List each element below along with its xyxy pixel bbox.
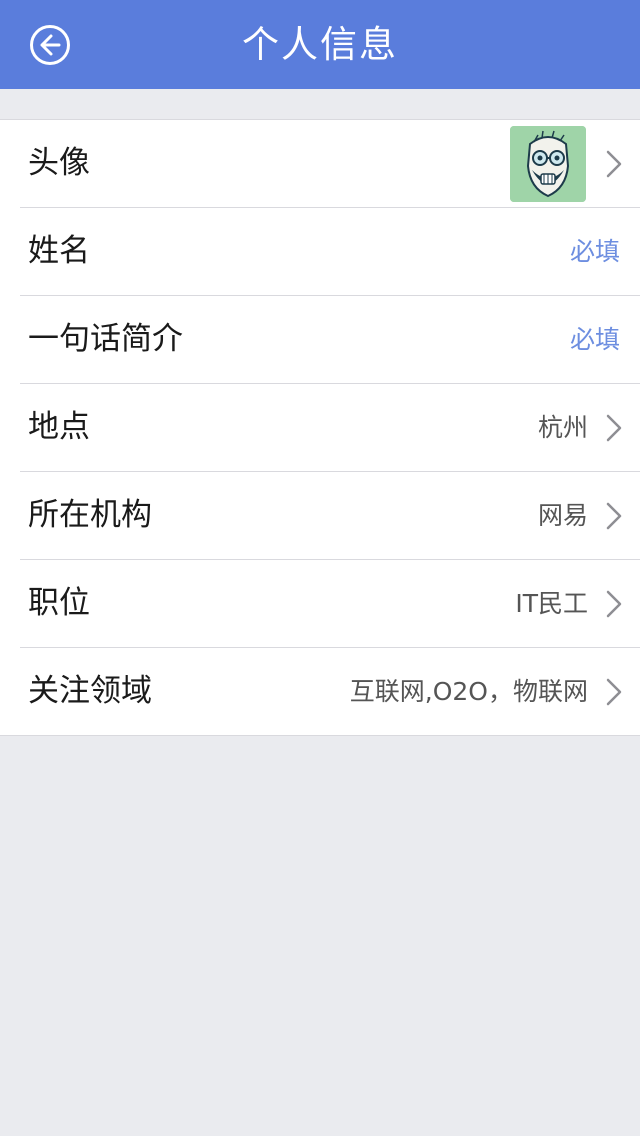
page-title: 个人信息	[242, 23, 398, 66]
nav-bar: 个人信息	[0, 0, 640, 89]
avatar[interactable]	[510, 126, 586, 202]
row-label: 所在机构	[28, 497, 152, 533]
row-label: 地点	[28, 409, 90, 445]
required-hint: 必填	[569, 237, 620, 266]
row-label: 职位	[28, 585, 90, 621]
row-value: IT民工	[515, 589, 588, 618]
row-label: 头像	[28, 145, 90, 181]
row-value: 杭州	[537, 413, 588, 442]
row-interests[interactable]: 关注领域 互联网,O2O，物联网	[20, 648, 640, 735]
required-hint: 必填	[569, 325, 620, 354]
chevron-right-icon	[606, 590, 622, 618]
chevron-right-icon	[606, 150, 622, 178]
row-location[interactable]: 地点 杭州	[20, 384, 640, 472]
chevron-right-icon	[606, 414, 622, 442]
row-label: 姓名	[28, 233, 90, 269]
row-bio[interactable]: 一句话简介 必填	[20, 296, 640, 384]
row-value: 互联网,O2O，物联网	[349, 677, 588, 706]
profile-list: 头像 姓名 必填 一句话简介 必填 地点 杭州 所在机构 网易 职位 IT民工 …	[0, 119, 640, 736]
row-name[interactable]: 姓名 必填	[20, 208, 640, 296]
chevron-right-icon	[606, 502, 622, 530]
row-value: 网易	[537, 501, 588, 530]
row-avatar[interactable]: 头像	[20, 120, 640, 208]
row-organization[interactable]: 所在机构 网易	[20, 472, 640, 560]
row-label: 一句话简介	[28, 321, 183, 357]
row-label: 关注领域	[28, 673, 152, 709]
chevron-right-icon	[606, 678, 622, 706]
row-position[interactable]: 职位 IT民工	[20, 560, 640, 648]
